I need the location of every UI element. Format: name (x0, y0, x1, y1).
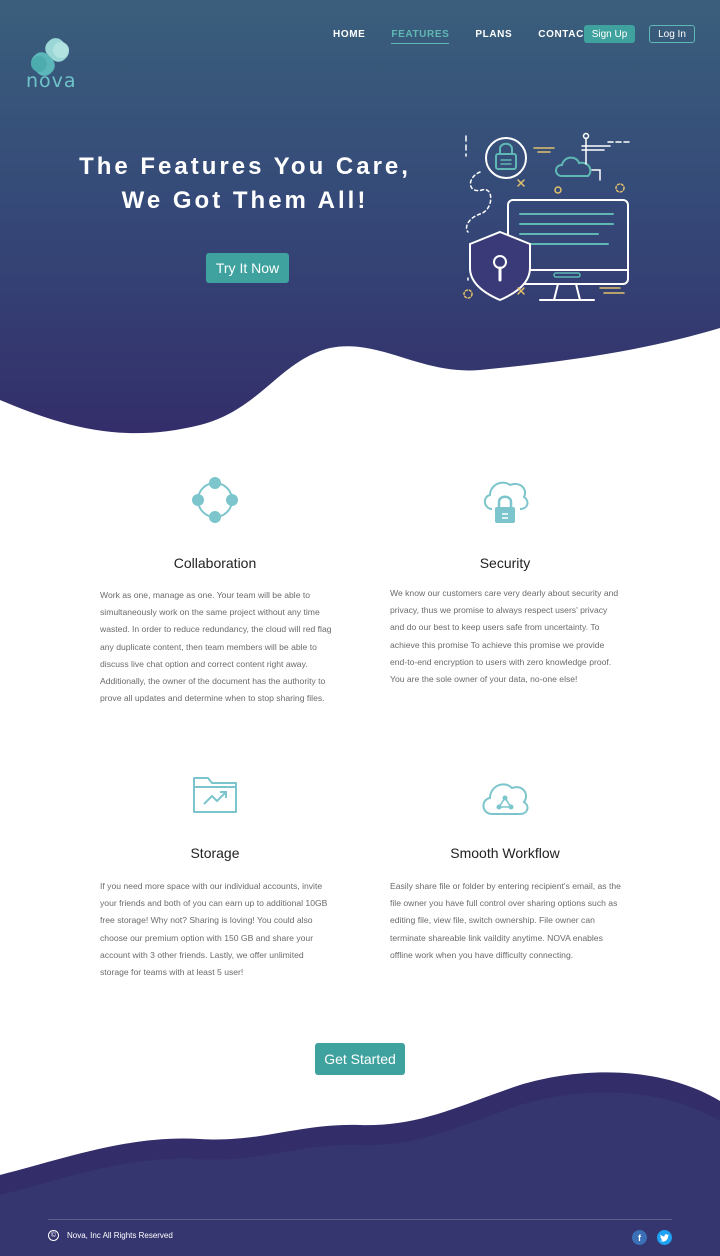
feature-title: Storage (190, 845, 240, 861)
copyright: © Nova, Inc All Rights Reserved (48, 1230, 173, 1241)
hero-wave (0, 328, 720, 450)
cloud-share-icon (482, 783, 529, 815)
hero-title-line1: The Features You Care, (79, 153, 411, 180)
feature-description: We know our customers care very dearly a… (390, 588, 619, 685)
footer-wave (0, 1072, 720, 1256)
feature-description: If you need more space with our individu… (100, 881, 328, 978)
feature-title: Security (479, 555, 531, 571)
feature-title: Smooth Workflow (450, 845, 560, 861)
hero-title: The Features You Care, We Got Them All! (60, 150, 430, 218)
feature-title: Collaboration (173, 555, 257, 571)
try-it-now-button[interactable]: Try It Now (206, 253, 289, 283)
cloud-lock-icon (484, 481, 529, 523)
collaboration-icon (192, 477, 238, 523)
hero-title-line2: We Got Them All! (121, 187, 369, 214)
folder-chart-icon (193, 777, 237, 813)
nav-contact[interactable]: CONTACT (538, 29, 590, 44)
nav-plans[interactable]: PLANS (475, 29, 512, 44)
login-button[interactable]: Log In (649, 25, 695, 43)
facebook-icon[interactable]: f (632, 1230, 647, 1245)
feature-description: Easily share file or folder by entering … (390, 881, 621, 960)
nav-home[interactable]: HOME (333, 29, 365, 44)
copyright-text: Nova, Inc All Rights Reserved (67, 1231, 173, 1240)
signup-button[interactable]: Sign Up (584, 25, 635, 43)
copyright-icon: © (48, 1230, 59, 1241)
twitter-icon[interactable] (657, 1230, 672, 1245)
security-illustration (463, 132, 631, 302)
footer-divider (48, 1219, 672, 1220)
main-nav: HOME FEATURES PLANS CONTACT (333, 29, 617, 44)
nav-features[interactable]: FEATURES (391, 29, 450, 44)
twitter-bird-glyph (660, 1233, 669, 1242)
feature-description: Work as one, manage as one. Your team wi… (100, 590, 332, 704)
logo-text[interactable]: nova (26, 70, 77, 92)
